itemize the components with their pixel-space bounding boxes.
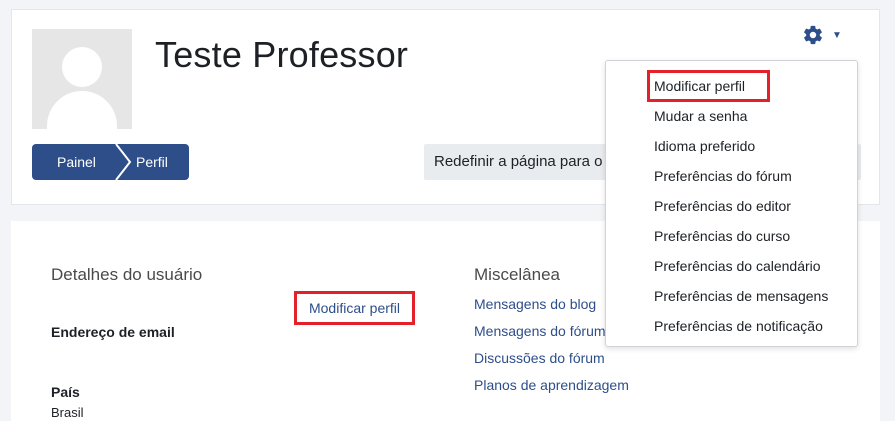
settings-menu-toggle[interactable]: ▼ (802, 24, 842, 46)
country-value: Brasil (51, 405, 84, 420)
menu-item-notification-preferences[interactable]: Preferências de notificação (654, 318, 823, 334)
edit-profile-link[interactable]: Modificar perfil (294, 291, 415, 325)
avatar (32, 29, 132, 129)
avatar-head-shape (62, 47, 102, 87)
misc-title: Miscelânea (474, 265, 560, 284)
menu-item-edit-profile[interactable]: Modificar perfil (654, 78, 745, 94)
menu-item-editor-preferences[interactable]: Preferências do editor (654, 198, 791, 214)
misc-link-forum-posts[interactable]: Mensagens do fórum (474, 323, 606, 339)
misc-link-learning-plans[interactable]: Planos de aprendizagem (474, 377, 629, 393)
breadcrumb: Painel Perfil (32, 144, 189, 180)
menu-item-calendar-preferences[interactable]: Preferências do calendário (654, 258, 821, 274)
misc-link-forum-discussions[interactable]: Discussões do fórum (474, 350, 605, 366)
chevron-down-icon: ▼ (832, 29, 842, 41)
gear-icon (804, 25, 822, 45)
settings-dropdown-menu: Modificar perfil Mudar a senha Idioma pr… (605, 60, 858, 347)
breadcrumb-item-perfil[interactable]: Perfil (122, 144, 168, 180)
misc-link-blog[interactable]: Mensagens do blog (474, 296, 596, 312)
menu-item-change-password[interactable]: Mudar a senha (654, 108, 747, 124)
page-title: Teste Professor (155, 34, 409, 75)
breadcrumb-item-painel[interactable]: Painel (32, 144, 122, 180)
email-label: Endereço de email (51, 324, 175, 340)
avatar-body-shape (47, 91, 117, 129)
menu-item-course-preferences[interactable]: Preferências do curso (654, 228, 790, 244)
menu-item-message-preferences[interactable]: Preferências de mensagens (654, 288, 828, 304)
country-label: País (51, 384, 80, 400)
user-details-title: Detalhes do usuário (51, 265, 203, 284)
menu-item-forum-preferences[interactable]: Preferências do fórum (654, 168, 792, 184)
menu-item-preferred-language[interactable]: Idioma preferido (654, 138, 755, 154)
